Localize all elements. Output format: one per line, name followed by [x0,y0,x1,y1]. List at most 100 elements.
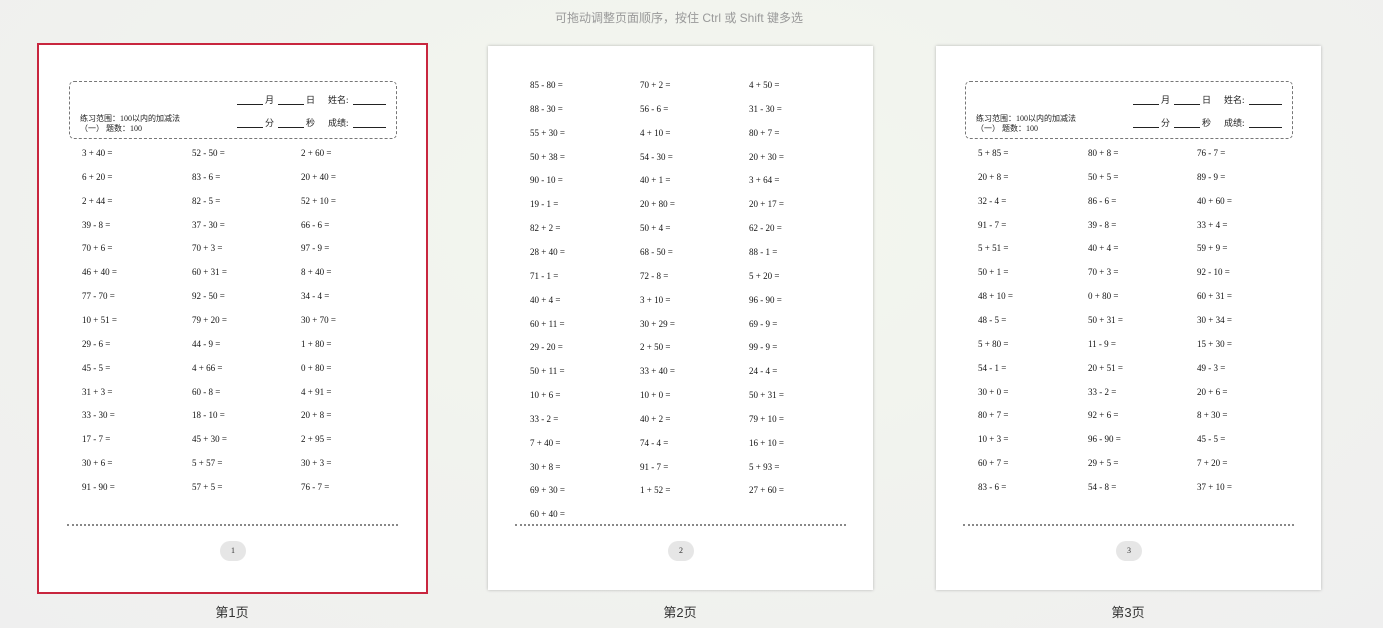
math-problem: 50 + 1 = [978,267,1009,278]
math-problem: 54 - 1 = [978,362,1007,373]
page-card-1[interactable]: 月 日 姓名: 分 秒 成绩: 练习范围：100以内的加减法 （一） 题数：100 3 + 40… [37,43,428,594]
worksheet-count: （一） 题数：100 [80,124,142,133]
page-content: 85 - 80 = 88 - 30 = 55 + 30 = 50 + 38 = 90 -… [488,46,873,590]
math-problem: 32 - 4 = [978,195,1007,206]
page-card-2[interactable]: 85 - 80 = 88 - 30 = 55 + 30 = 50 + 38 = 90 -… [488,46,873,590]
math-problem: 5 + 85 = [978,148,1009,158]
math-problem: 4 + 91 = [301,386,332,397]
math-problem: 55 + 30 = [530,127,565,138]
math-problem: 89 - 9 = [1197,171,1226,182]
math-problem: 27 + 60 = [749,485,784,496]
math-problem: 4 + 66 = [192,362,223,373]
page-number-badge: 2 [668,541,694,561]
page-caption[interactable]: 第2页 [630,602,730,621]
math-problem: 70 + 6 = [82,243,113,254]
math-problem: 80 + 8 = [1088,148,1119,158]
math-problem: 33 - 2 = [1088,386,1117,397]
math-problem: 54 - 8 = [1088,481,1117,492]
math-problem: 20 + 8 = [978,171,1009,182]
blank-line [353,127,386,128]
day-label: 日 [1202,95,1212,105]
footer-divider [67,524,398,526]
math-problem: 18 - 10 = [192,410,225,421]
math-problem: 57 + 5 = [192,481,223,492]
math-problem: 86 - 6 = [1088,195,1117,206]
math-problem: 8 + 40 = [301,267,332,278]
math-problem: 66 - 6 = [301,219,330,230]
math-problem: 29 + 5 = [1088,458,1119,469]
blank-line [353,104,386,105]
math-problem: 50 + 5 = [1088,171,1119,182]
math-problem: 76 - 7 = [1197,148,1226,158]
math-problem: 48 + 10 = [978,291,1013,302]
blank-line [278,104,304,105]
math-problem: 56 - 6 = [640,103,669,114]
math-problem: 31 - 30 = [749,103,782,114]
math-problem: 39 - 8 = [82,219,111,230]
math-problem: 5 + 80 = [978,338,1009,349]
math-problem: 30 + 0 = [978,386,1009,397]
math-problem: 92 + 6 = [1088,410,1119,421]
reorder-hint: 可拖动调整页面顺序，按住 Ctrl 或 Shift 键多选 [554,11,803,25]
math-problem: 79 + 20 = [192,314,227,325]
math-problem: 88 - 30 = [530,103,563,114]
math-problem: 0 + 80 = [301,362,332,373]
math-problem: 20 + 30 = [749,151,784,162]
worksheet-title: 练习范围：100以内的加减法 （一） 题数：100 [80,114,180,134]
math-problem: 60 + 7 = [978,458,1009,469]
math-problem: 74 - 4 = [640,437,669,448]
math-problem: 4 + 50 = [749,80,780,90]
math-problem: 97 - 9 = [301,243,330,254]
math-problem: 20 + 51 = [1088,362,1123,373]
math-problem: 70 + 2 = [640,80,671,90]
math-problem: 30 + 70 = [301,314,336,325]
math-problem: 20 + 8 = [301,410,332,421]
worksheet-header: 月 日 姓名: 分 秒 成绩: 练习范围：100以内的加减法 （一） 题数：100 [965,81,1293,139]
math-problem: 99 - 9 = [749,342,778,353]
worksheet-count: （一） 题数：100 [976,124,1038,133]
math-problem: 24 - 4 = [749,366,778,377]
blank-line [1249,104,1282,105]
math-problem: 15 + 30 = [1197,338,1232,349]
math-problem: 7 + 20 = [1197,458,1228,469]
worksheet-range: 练习范围：100以内的加减法 [80,114,180,123]
math-problem: 10 + 51 = [82,314,117,325]
math-problem: 50 + 31 = [749,390,784,401]
math-problem: 72 - 8 = [640,270,669,281]
math-problem: 52 + 10 = [301,195,336,206]
math-problem: 77 - 70 = [82,291,115,302]
math-problem: 70 + 3 = [192,243,223,254]
page-caption[interactable]: 第3页 [1078,602,1178,621]
math-problem: 29 - 6 = [82,338,111,349]
math-problem: 50 + 11 = [530,366,565,377]
math-problem: 6 + 20 = [82,171,113,182]
math-problem: 45 - 5 = [1197,434,1226,445]
math-problem: 4 + 10 = [640,127,671,138]
math-problem: 37 - 30 = [192,219,225,230]
second-label: 秒 [1202,118,1212,128]
math-problem: 3 + 40 = [82,148,113,158]
math-problem: 37 + 10 = [1197,481,1232,492]
page-content: 月 日 姓名: 分 秒 成绩: 练习范围：100以内的加减法 （一） 题数：100 3 + 40… [40,46,425,590]
math-problem: 30 + 29 = [640,318,675,329]
math-problem: 83 - 6 = [978,481,1007,492]
blank-line [278,127,304,128]
math-problem: 2 + 60 = [301,148,332,158]
math-problem: 0 + 80 = [1088,291,1119,302]
math-problem: 33 - 30 = [82,410,115,421]
math-problem: 69 - 9 = [749,318,778,329]
second-label: 秒 [306,118,316,128]
math-problem: 40 + 4 = [1088,243,1119,254]
math-problem: 83 - 6 = [192,171,221,182]
page-card-3[interactable]: 月 日 姓名: 分 秒 成绩: 练习范围：100以内的加减法 （一） 题数：100 5 + 85… [936,46,1321,590]
minute-label: 分 [265,118,275,128]
math-problem: 3 + 64 = [749,175,780,186]
page-caption[interactable]: 第1页 [182,602,282,621]
math-problem: 28 + 40 = [530,246,565,257]
blank-line [237,127,263,128]
worksheet-range: 练习范围：100以内的加减法 [976,114,1076,123]
name-label: 姓名: [1224,95,1245,105]
math-problem: 60 + 40 = [530,509,565,520]
page-content: 月 日 姓名: 分 秒 成绩: 练习范围：100以内的加减法 （一） 题数：100 5 + 85… [936,46,1321,590]
math-problem: 49 - 3 = [1197,362,1226,373]
